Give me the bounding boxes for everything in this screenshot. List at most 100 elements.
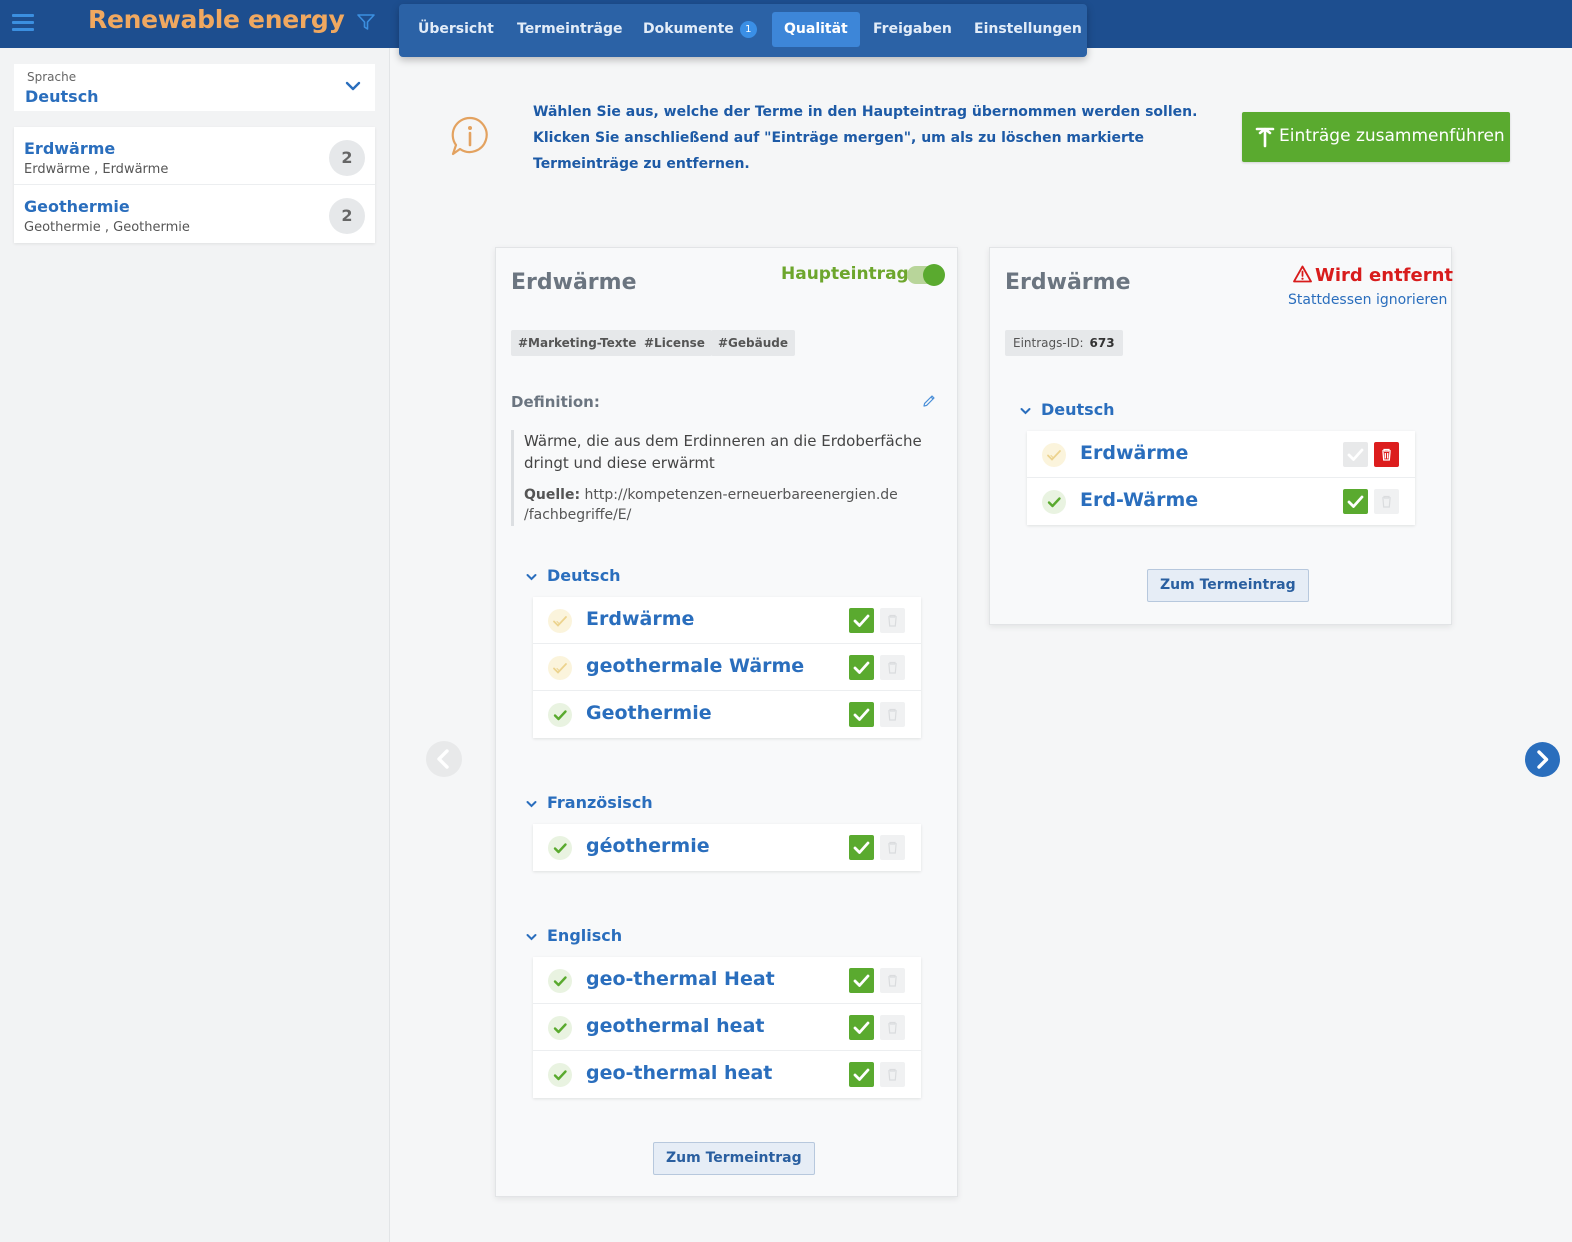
approve-checkbox[interactable] [849, 968, 874, 993]
tab-freigaben[interactable]: Freigaben [861, 12, 964, 47]
approve-checkbox[interactable] [849, 1015, 874, 1040]
entry-list: Erdwärme Erdwärme , Erdwärme 2 Geothermi… [14, 127, 375, 243]
delete-term-button[interactable] [880, 835, 905, 860]
language-section-deutsch[interactable]: Deutsch [526, 566, 621, 585]
language-select-value: Deutsch [25, 87, 99, 106]
card-title: Erdwärme [1005, 270, 1131, 295]
merge-entries-label: Einträge zusammenführen [1279, 126, 1505, 146]
delete-term-button[interactable] [1374, 442, 1399, 467]
pencil-icon[interactable] [921, 393, 937, 409]
term-list: Erdwärme geothermale Wärme Geothermie [533, 597, 921, 738]
hamburger-icon[interactable] [12, 14, 34, 32]
goto-entry-button[interactable]: Zum Termeintrag [1147, 569, 1309, 602]
language-section-franzoesisch[interactable]: Französisch [526, 793, 653, 812]
term-list: géothermie [533, 824, 921, 871]
secondary-entry-card: Erdwärme Wird entfernt Stattdessen ignor… [989, 247, 1453, 625]
delete-term-button[interactable] [880, 655, 905, 680]
entry-count-badge: 2 [329, 140, 365, 176]
term-row: Erdwärme [533, 597, 921, 644]
merge-icon [1255, 127, 1275, 148]
info-message: Wählen Sie aus, welche der Terme in den … [533, 104, 1198, 172]
chevron-down-icon [526, 800, 537, 807]
chevron-left-icon [437, 749, 449, 769]
tab-einstellungen[interactable]: Einstellungen [962, 12, 1094, 47]
entry-count-badge: 2 [329, 198, 365, 234]
term-text: geo-thermal Heat [586, 968, 775, 990]
entry-title: Geothermie [24, 197, 130, 216]
delete-term-button[interactable] [880, 1015, 905, 1040]
approve-checkbox[interactable] [849, 835, 874, 860]
previous-button[interactable] [426, 741, 462, 777]
tab-qualitaet[interactable]: Qualität [772, 12, 860, 47]
delete-term-button[interactable] [880, 608, 905, 633]
term-row: geo-thermal heat [533, 1051, 921, 1098]
tab-uebersicht[interactable]: Übersicht [406, 12, 506, 47]
status-pending-icon [1042, 443, 1066, 467]
chevron-right-icon [1537, 750, 1549, 769]
term-row: Geothermie [533, 691, 921, 738]
next-button[interactable] [1525, 742, 1560, 777]
top-bar: Renewable energy Übersicht Termeinträge … [0, 0, 1572, 57]
language-select-label: Sprache [27, 70, 77, 84]
approve-checkbox[interactable] [849, 702, 874, 727]
entry-id-tag: Eintrags-ID: 673 [1005, 330, 1123, 356]
term-list: Erdwärme Erd-Wärme [1027, 431, 1415, 525]
status-pending-icon [548, 656, 572, 680]
tag: #Marketing-Texte [511, 330, 644, 356]
ignore-instead-link[interactable]: Stattdessen ignorieren [1288, 292, 1447, 308]
approve-checkbox[interactable] [849, 1062, 874, 1087]
merge-entries-button[interactable]: Einträge zusammenführen [1242, 112, 1510, 162]
status-pending-icon [548, 609, 572, 633]
info-bubble-icon [451, 116, 488, 156]
term-text: geo-thermal heat [586, 1062, 773, 1084]
delete-term-button[interactable] [880, 1062, 905, 1087]
tab-dokumente[interactable]: Dokumente 1 [631, 12, 769, 47]
term-text: geothermal heat [586, 1015, 765, 1037]
filter-icon[interactable] [356, 12, 376, 32]
status-ok-icon [548, 1063, 572, 1087]
approve-checkbox[interactable] [849, 655, 874, 680]
main-entry-toggle[interactable] [907, 264, 945, 286]
term-row: Erdwärme [1027, 431, 1415, 478]
delete-term-button[interactable] [1374, 489, 1399, 514]
delete-term-button[interactable] [880, 968, 905, 993]
main-entry-label: Haupteintrag [781, 264, 909, 284]
term-text: Geothermie [586, 702, 712, 724]
term-row: geo-thermal Heat [533, 957, 921, 1004]
term-row: géothermie [533, 824, 921, 871]
entry-subtitle: Geothermie , Geothermie [24, 220, 190, 235]
app-title: Renewable energy [88, 5, 345, 34]
approve-checkbox[interactable] [849, 608, 874, 633]
source-label: Quelle: [524, 487, 581, 503]
goto-entry-button[interactable]: Zum Termeintrag [653, 1142, 815, 1175]
delete-term-button[interactable] [880, 702, 905, 727]
status-ok-icon [1042, 490, 1066, 514]
tab-bar: Übersicht Termeinträge Dokumente 1 Qualit… [399, 4, 1087, 57]
term-text: Erdwärme [586, 608, 695, 630]
documents-count-badge: 1 [739, 20, 757, 38]
chevron-down-icon [526, 933, 537, 940]
term-text: Erd-Wärme [1080, 489, 1199, 511]
approve-checkbox[interactable] [1343, 489, 1368, 514]
definition-label: Definition: [511, 393, 600, 411]
term-text: Erdwärme [1080, 442, 1189, 464]
card-title: Erdwärme [511, 270, 637, 295]
removal-warning: Wird entfernt [1293, 265, 1453, 286]
chevron-down-icon [1020, 407, 1031, 414]
list-item[interactable]: Erdwärme Erdwärme , Erdwärme 2 [14, 127, 375, 185]
term-text: géothermie [586, 835, 710, 857]
term-list: geo-thermal Heat geothermal heat geo-the… [533, 957, 921, 1098]
main-entry-card: Erdwärme Haupteintrag #Marketing-Texte #… [495, 247, 958, 1197]
sidebar: Sprache Deutsch Erdwärme Erdwärme , Erdw… [0, 48, 390, 1242]
approve-checkbox[interactable] [1343, 442, 1368, 467]
language-select[interactable]: Sprache Deutsch [14, 64, 375, 111]
status-ok-icon [548, 1016, 572, 1040]
language-section-deutsch[interactable]: Deutsch [1020, 400, 1115, 419]
language-section-englisch[interactable]: Englisch [526, 926, 622, 945]
definition-text: Wärme, die aus dem Erdinneren an die Erd… [524, 432, 922, 472]
warning-icon [1293, 265, 1312, 283]
definition-source: Quelle: http://kompetenzen-erneuerbareen… [524, 485, 941, 525]
tab-termeintraege[interactable]: Termeinträge [505, 12, 635, 47]
term-row: Erd-Wärme [1027, 478, 1415, 525]
list-item[interactable]: Geothermie Geothermie , Geothermie 2 [14, 185, 375, 243]
